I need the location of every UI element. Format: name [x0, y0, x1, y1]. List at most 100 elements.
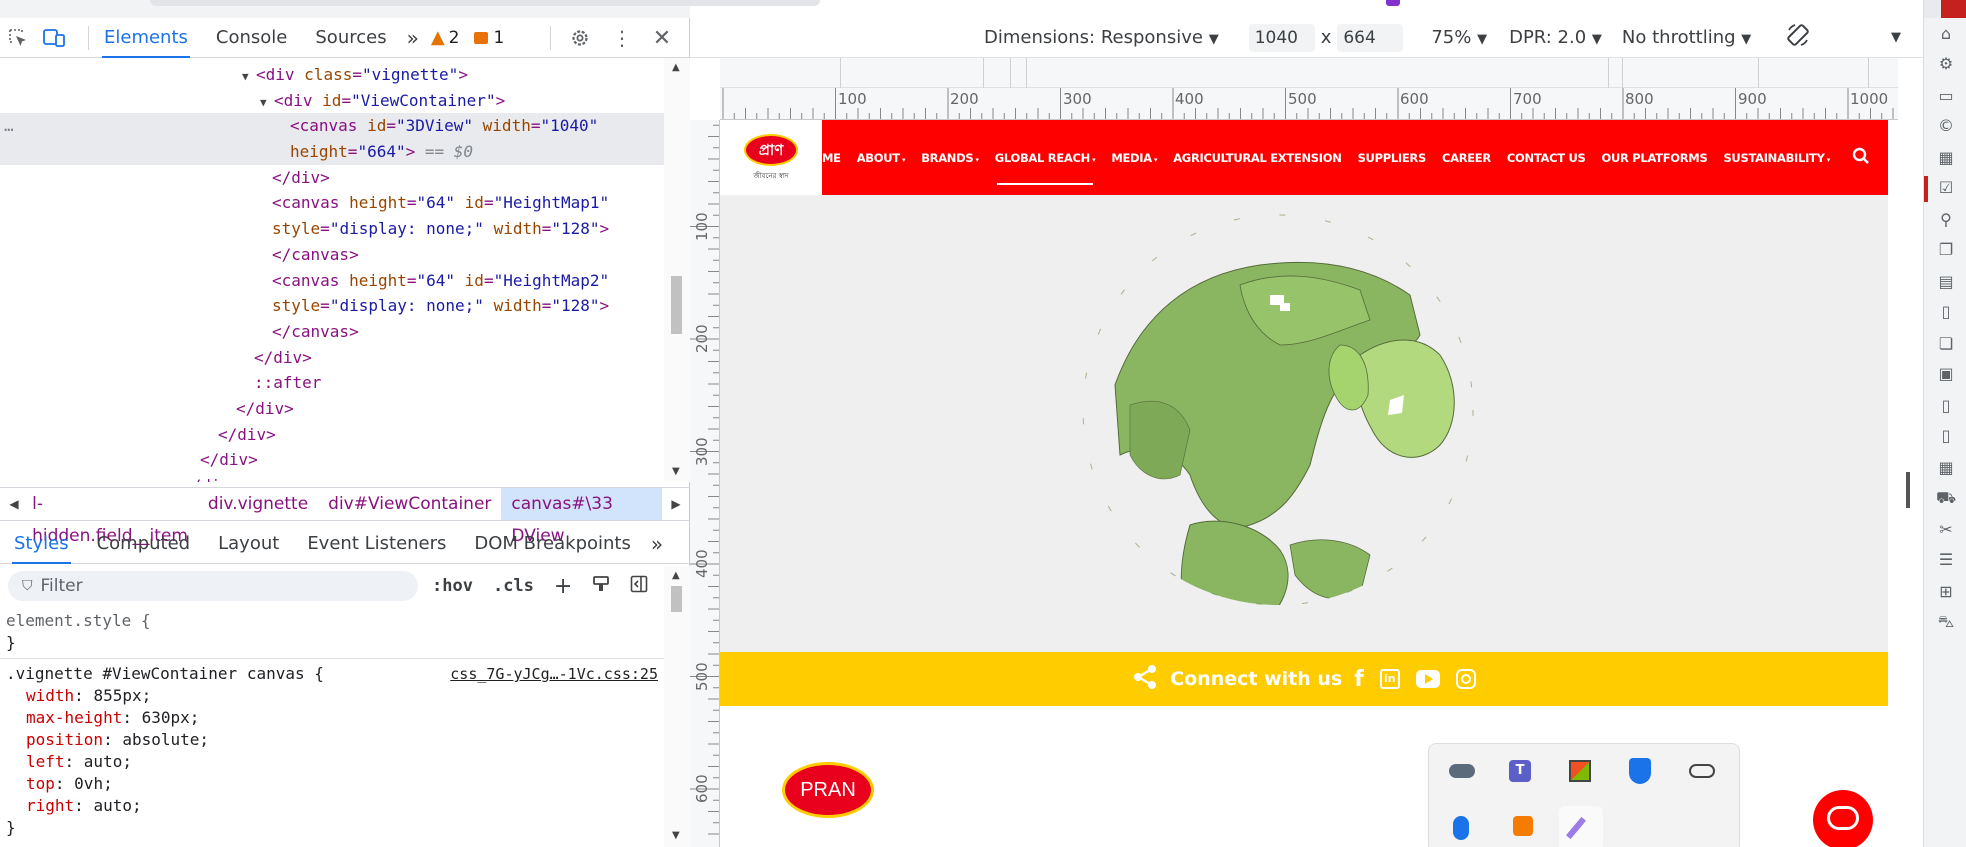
breadcrumb-item-selected[interactable]: canvas#\33 DView [501, 488, 662, 546]
tab-console[interactable]: Console [202, 18, 301, 58]
nav-item-brands[interactable]: BRANDS ▾ [913, 151, 987, 165]
truck-icon[interactable]: ⛟ [1936, 488, 1956, 508]
paint-brush-icon[interactable] [582, 575, 620, 598]
cloud-offline-icon[interactable] [1689, 764, 1715, 778]
checkbox-icon[interactable]: ☑ [1936, 178, 1956, 198]
width-input[interactable]: 1040 [1248, 23, 1315, 52]
document-icon[interactable]: ▯ [1936, 426, 1956, 446]
tab-event-listeners[interactable]: Event Listeners [293, 524, 460, 564]
home-icon[interactable]: ⌂ [1936, 24, 1956, 44]
dimensions-select[interactable]: Dimensions: Responsive ▼ [984, 27, 1219, 48]
scroll-down-icon[interactable]: ▼ [672, 830, 680, 841]
nav-item-career[interactable]: CAREER [1434, 151, 1499, 165]
tree-scrollbar[interactable]: ▲ ▼ [664, 58, 690, 482]
rule-prop[interactable]: width: 855px; [0, 685, 664, 707]
media-query-bar[interactable] [720, 58, 1898, 88]
tools-icon[interactable]: ✂ [1936, 520, 1956, 540]
tab-styles[interactable]: Styles [0, 524, 83, 564]
more-tabs-icon[interactable]: » [401, 18, 425, 58]
rule-prop[interactable]: right: auto; [0, 795, 664, 817]
tab-layout[interactable]: Layout [204, 524, 293, 564]
height-input[interactable]: 664 [1337, 23, 1404, 52]
document-icon[interactable]: ▯ [1936, 302, 1956, 322]
scroll-up-icon[interactable]: ▲ [672, 62, 680, 73]
nav-item-sustainability[interactable]: SUSTAINABILITY ▾ [1715, 151, 1838, 165]
breadcrumb-item[interactable]: l-hidden.field__item [28, 488, 198, 546]
nav-item-media[interactable]: MEDIA ▾ [1103, 151, 1165, 165]
nav-item-about[interactable]: ABOUT ▾ [849, 151, 913, 165]
copyright-icon[interactable]: © [1936, 116, 1956, 136]
rotate-icon[interactable] [1785, 22, 1811, 53]
nav-item-our-platforms[interactable]: OUR PLATFORMS [1594, 151, 1716, 165]
rule-prop[interactable]: left: auto; [0, 751, 664, 773]
badge-icon[interactable]: ▣ [1936, 364, 1956, 384]
tree-node-canvas-selected[interactable]: … <canvas id="3DView" width="1040" height… [0, 113, 664, 165]
bike-icon[interactable]: ⚲ [1936, 210, 1956, 230]
app-icon[interactable] [1569, 760, 1591, 782]
rule-prop[interactable]: top: 0vh; [0, 773, 664, 795]
calculator-icon[interactable]: ▤ [1936, 272, 1956, 292]
warnings-badge[interactable]: ▲ 2 [431, 27, 460, 48]
nav-item-home[interactable]: ME [822, 151, 849, 165]
tree-pseudo-after[interactable]: ::after [0, 370, 664, 396]
scroll-thumb[interactable] [671, 276, 682, 334]
zoom-select[interactable]: 75% ▼ [1431, 27, 1487, 48]
rule-source-link[interactable]: css_7G-yJCg…-1Vc.css:25 [450, 663, 658, 685]
close-icon[interactable]: ✕ [644, 18, 680, 58]
extension-icon[interactable] [1386, 0, 1400, 6]
sidebar-toggle-icon[interactable] [620, 575, 658, 598]
breadcrumb-item[interactable]: div#ViewContainer [318, 488, 501, 520]
document-icon[interactable]: ▯ [1936, 396, 1956, 416]
breadcrumb-item[interactable]: div.vignette [198, 488, 318, 520]
teams-icon[interactable]: T [1509, 760, 1531, 782]
tab-computed[interactable]: Computed [83, 524, 205, 564]
footer-logo[interactable]: PRAN [782, 762, 874, 818]
instagram-icon[interactable] [1455, 669, 1476, 689]
resize-handle-icon[interactable] [1906, 472, 1910, 508]
errors-badge[interactable]: 1 [473, 28, 504, 48]
list-icon[interactable]: ☰ [1936, 550, 1956, 570]
facebook-icon[interactable]: f [1354, 667, 1364, 692]
contact-card-icon[interactable]: ▭ [1936, 86, 1956, 106]
app-badge[interactable] [1941, 0, 1966, 18]
pen-icon[interactable] [1559, 806, 1603, 847]
globe-canvas-area[interactable] [720, 195, 1888, 652]
more-tabs-icon[interactable]: » [645, 524, 669, 564]
onedrive-icon[interactable] [1449, 764, 1475, 778]
tree-node-heightmap1[interactable]: <canvas height="64" id="HeightMap1" [0, 190, 664, 216]
tab-dom-breakpoints[interactable]: DOM Breakpoints [460, 524, 644, 564]
gear-icon[interactable] [562, 18, 598, 58]
add-rule-icon[interactable]: + [544, 574, 582, 599]
scroll-up-icon[interactable]: ▲ [672, 570, 680, 581]
tree-node-vignette[interactable]: ▼ <div class="vignette"> [0, 62, 664, 88]
throttling-select[interactable]: No throttling ▼ [1622, 27, 1751, 48]
styles-scrollbar[interactable]: ▲ ▼ [664, 566, 690, 847]
scroll-thumb[interactable] [671, 586, 682, 612]
search-icon[interactable] [1852, 147, 1870, 169]
defender-icon[interactable] [1629, 758, 1651, 784]
filter-input[interactable]: ⛉ Filter [8, 571, 418, 601]
bluetooth-icon[interactable] [1453, 816, 1469, 840]
site-logo[interactable]: প্রাণ জীবনের স্বাদ [720, 120, 822, 195]
nav-item-agricultural-extension[interactable]: AGRICULTURAL EXTENSION [1165, 151, 1349, 165]
viewport-scrollbar[interactable] [1898, 58, 1923, 847]
kebab-menu-icon[interactable]: ⋮ [604, 18, 640, 58]
tab-elements[interactable]: Elements [90, 18, 202, 58]
rule-prop[interactable]: position: absolute; [0, 729, 664, 751]
tree-node-heightmap2[interactable]: <canvas height="64" id="HeightMap2" [0, 268, 664, 294]
share-icon[interactable] [1132, 664, 1158, 695]
breadcrumb-right-icon[interactable]: ▶ [662, 497, 690, 511]
chat-button[interactable] [1813, 790, 1873, 847]
dpr-select[interactable]: DPR: 2.0 ▼ [1509, 27, 1602, 48]
device-toggle-icon[interactable] [36, 18, 72, 58]
copy-icon[interactable]: ❐ [1936, 240, 1956, 260]
gear-icon[interactable]: ⚙ [1936, 54, 1956, 74]
grid-icon[interactable]: ▦ [1936, 148, 1956, 168]
scroll-down-icon[interactable]: ▼ [672, 466, 680, 477]
duplicate-icon[interactable]: ❏ [1936, 334, 1956, 354]
nav-item-global-reach[interactable]: GLOBAL REACH ▾ [987, 151, 1104, 185]
nav-item-suppliers[interactable]: SUPPLIERS [1350, 151, 1434, 165]
nav-item-contact-us[interactable]: CONTACT US [1499, 151, 1594, 165]
rule-prop[interactable]: max-height: 630px; [0, 707, 664, 729]
calendar-icon[interactable]: ▦ [1936, 458, 1956, 478]
